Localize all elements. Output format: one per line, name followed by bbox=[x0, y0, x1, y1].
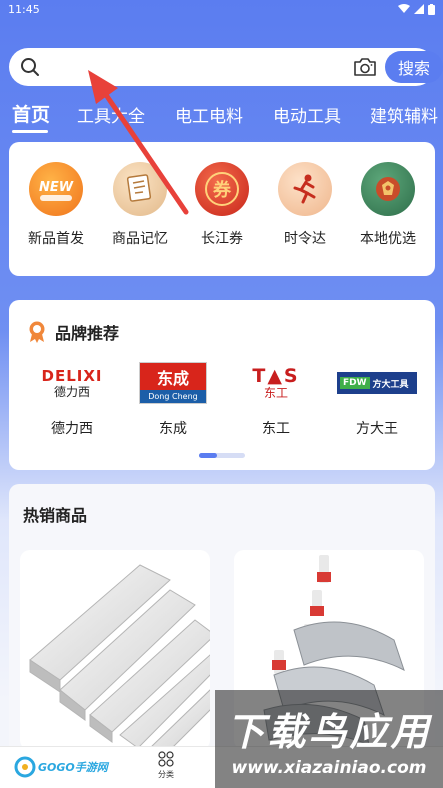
new-product-icon: NEW bbox=[29, 162, 83, 216]
brand-item-delixi[interactable]: DELIXI 德力西 德力西 bbox=[26, 362, 118, 438]
tab-home[interactable]: 首页 bbox=[12, 100, 50, 127]
signal-icon bbox=[414, 4, 424, 14]
quick-link-memory[interactable]: 商品记忆 bbox=[100, 162, 180, 248]
category-grid-icon bbox=[158, 751, 174, 767]
donggong-logo: T▲S 东工 bbox=[252, 365, 300, 400]
carousel-indicator-active bbox=[199, 453, 217, 458]
brand-item-donggong[interactable]: T▲S 东工 东工 bbox=[230, 362, 322, 438]
runner-icon bbox=[278, 162, 332, 216]
quick-links-card: NEW 新品首发 商品记忆 券 长江券 时令达 本地优选 bbox=[9, 142, 435, 276]
brand-item-dongcheng[interactable]: 东成 Dong Cheng 东成 bbox=[127, 362, 219, 438]
status-icons bbox=[398, 3, 435, 15]
status-time: 11:45 bbox=[8, 2, 40, 16]
tab-power-tools[interactable]: 电动工具 bbox=[273, 102, 341, 127]
brand-header: 品牌推荐 bbox=[27, 320, 119, 344]
fangda-logo: FDW 方大工具 bbox=[331, 362, 423, 404]
active-tab-indicator bbox=[12, 130, 48, 133]
local-pick-icon bbox=[361, 162, 415, 216]
svg-text:NEW: NEW bbox=[39, 180, 74, 195]
search-icon bbox=[21, 58, 39, 76]
watermark-url: www.xiazainiao.com bbox=[231, 757, 427, 778]
quick-link-local[interactable]: 本地优选 bbox=[348, 162, 428, 248]
hot-products-title: 热销商品 bbox=[23, 506, 88, 525]
quick-link-label: 本地优选 bbox=[360, 231, 416, 247]
battery-icon bbox=[428, 3, 435, 15]
quick-link-label: 商品记忆 bbox=[112, 231, 168, 247]
quick-link-label: 新品首发 bbox=[28, 231, 84, 247]
quick-link-coupon[interactable]: 券 长江券 bbox=[182, 162, 262, 248]
category-tabs: 首页 工具大全 电工电料 电动工具 建筑辅料 bbox=[0, 100, 443, 132]
product-card-trunking[interactable] bbox=[20, 550, 210, 750]
brand-label: 东成 bbox=[159, 421, 187, 437]
quick-link-label: 时令达 bbox=[284, 231, 326, 247]
wifi-icon bbox=[398, 4, 410, 13]
quick-link-new[interactable]: NEW 新品首发 bbox=[16, 162, 96, 248]
search-button[interactable]: 搜索 bbox=[385, 51, 443, 83]
carousel-indicator bbox=[199, 453, 245, 458]
brand-label: 方大王 bbox=[356, 421, 398, 437]
gogo-logo-icon bbox=[14, 756, 36, 778]
trunking-product-image bbox=[29, 564, 210, 750]
delixi-logo: DELIXI 德力西 bbox=[41, 366, 103, 399]
memory-notes-icon bbox=[113, 162, 167, 216]
brand-label: 东工 bbox=[262, 421, 290, 437]
watermark-overlay: 下载鸟应用 www.xiazainiao.com bbox=[215, 690, 443, 788]
watermark-title: 下载鸟应用 bbox=[226, 709, 432, 754]
brand-item-fangda[interactable]: FDW 方大工具 方大王 bbox=[331, 362, 423, 438]
dongcheng-logo: 东成 Dong Cheng bbox=[127, 362, 219, 404]
tab-building[interactable]: 建筑辅料 bbox=[370, 102, 438, 127]
tab-electrical[interactable]: 电工电料 bbox=[175, 102, 243, 127]
camera-icon[interactable] bbox=[353, 56, 377, 78]
brand-section-title: 品牌推荐 bbox=[55, 324, 120, 343]
quick-link-seasonal[interactable]: 时令达 bbox=[265, 162, 345, 248]
coupon-icon: 券 bbox=[195, 162, 249, 216]
brand-label: 德力西 bbox=[51, 421, 93, 437]
gogo-logo: GOGO手游网 bbox=[14, 754, 110, 780]
tab-tools[interactable]: 工具大全 bbox=[77, 102, 145, 127]
search-bar[interactable]: 搜索 bbox=[9, 48, 443, 86]
svg-text:券: 券 bbox=[212, 179, 232, 201]
medal-icon bbox=[29, 321, 45, 343]
nav-item-category[interactable]: 分类 bbox=[136, 751, 196, 780]
brand-recommend-card: 品牌推荐 DELIXI 德力西 德力西 东成 Dong Cheng 东成 T▲S… bbox=[9, 300, 435, 470]
status-bar: 11:45 bbox=[0, 0, 443, 18]
nav-category-label: 分类 bbox=[158, 770, 174, 779]
quick-link-label: 长江券 bbox=[201, 231, 243, 247]
